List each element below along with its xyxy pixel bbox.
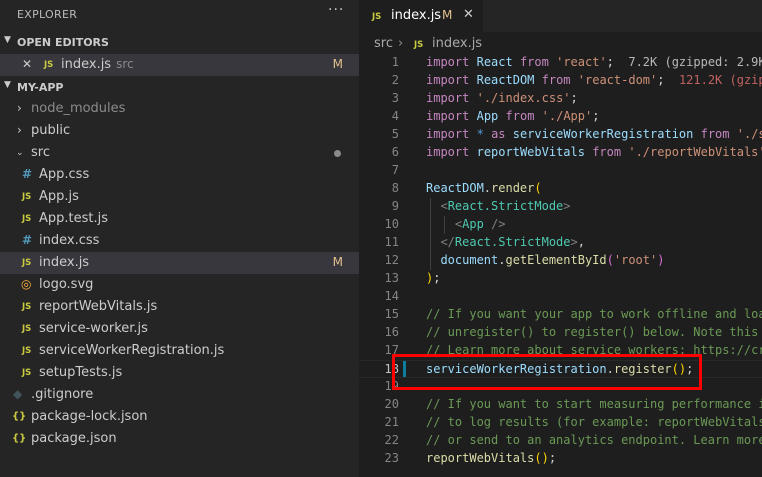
folder-public[interactable]: › public	[0, 120, 359, 142]
file-folder-desc: src	[116, 57, 134, 71]
open-editor-item-index-js[interactable]: ✕ JS index.js src M	[0, 54, 359, 76]
code-comment: // Learn more about service workers: htt…	[426, 343, 762, 357]
file-app-js[interactable]: JS App.js	[0, 186, 359, 208]
code-line: 20 // If you want to start measuring per…	[359, 396, 762, 414]
chevron-right-icon: ›	[17, 101, 22, 115]
code-line: 1 import React from 'react'; 7.2K (gzipp…	[359, 54, 762, 72]
css-file-icon: #	[22, 233, 33, 247]
svg-file-icon: ◎	[21, 277, 32, 291]
css-file-icon: #	[22, 167, 33, 181]
code-comment: // or send to an analytics endpoint. Lea…	[426, 433, 762, 447]
tab-index-js[interactable]: JS index.js M ✕	[359, 0, 483, 32]
code-line: 19	[384, 379, 399, 393]
code-line: 7	[391, 163, 399, 177]
editor-pane: JS index.js M ✕ src › JS index.js 1 impo…	[359, 0, 762, 477]
code-line: 22 // or send to an analytics endpoint. …	[359, 432, 762, 450]
explorer-sidebar: EXPLORER ··· ▼ OPEN EDITORS ✕ JS index.j…	[0, 0, 359, 477]
js-file-icon: JS	[414, 40, 424, 50]
chevron-right-icon: ›	[17, 123, 22, 137]
git-file-icon: ◆	[13, 387, 23, 401]
file-logo-svg[interactable]: ◎ logo.svg	[0, 274, 359, 296]
tab-label: index.js	[391, 8, 442, 23]
file-label: index.js	[61, 57, 112, 72]
json-file-icon: {}	[12, 411, 27, 422]
breadcrumb-file[interactable]: index.js	[432, 36, 482, 51]
file-reportwebvitals-js[interactable]: JS reportWebVitals.js	[0, 296, 359, 318]
file-index-css[interactable]: # index.css	[0, 230, 359, 252]
tab-bar: JS index.js M ✕	[359, 0, 762, 32]
more-actions-icon[interactable]: ···	[328, 2, 344, 18]
chevron-down-icon: ▼	[4, 35, 11, 45]
file-index-js[interactable]: JS index.js M	[0, 252, 359, 274]
file-service-worker-js[interactable]: JS service-worker.js	[0, 318, 359, 340]
file-app-test-js[interactable]: JS App.test.js	[0, 208, 359, 230]
chevron-right-icon: ›	[398, 36, 404, 51]
js-file-icon: JS	[372, 12, 382, 22]
close-icon[interactable]: ✕	[22, 57, 32, 71]
breadcrumb-folder[interactable]: src	[374, 36, 393, 51]
import-size: 7.2K (gzipped: 2.9K)	[628, 55, 762, 69]
modified-dot	[334, 150, 341, 157]
code-line: 8 ReactDOM.render(	[391, 181, 542, 195]
code-comment: // If you want to start measuring perfor…	[426, 397, 762, 411]
open-editors-header[interactable]: ▼ OPEN EDITORS	[0, 33, 359, 53]
project-header[interactable]: ▼ MY-APP	[0, 78, 359, 98]
chevron-down-icon: ⌄	[16, 148, 24, 158]
folder-node-modules[interactable]: › node_modules	[0, 98, 359, 120]
code-line: 15 // If you want your app to work offli…	[359, 306, 762, 324]
modified-badge: M	[442, 8, 453, 22]
code-line: 14	[384, 289, 399, 303]
modified-badge: M	[332, 255, 343, 269]
code-comment: // unregister() to register() below. Not…	[426, 325, 759, 339]
file-package-json[interactable]: {} package.json	[0, 428, 359, 450]
code-line: 3 import './index.css';	[391, 91, 578, 105]
js-file-icon: JS	[22, 258, 32, 268]
json-file-icon: {}	[12, 433, 27, 444]
file-setuptests-js[interactable]: JS setupTests.js	[0, 362, 359, 384]
file-package-lock-json[interactable]: {} package-lock.json	[0, 406, 359, 428]
code-line: 13 );	[384, 271, 441, 285]
code-line: 9 <React.StrictMode>	[391, 199, 571, 213]
js-file-icon: JS	[44, 60, 54, 70]
code-line: 12 document.getElementById('root')	[384, 253, 665, 267]
file-app-css[interactable]: # App.css	[0, 164, 359, 186]
code-line: 10 <App />	[384, 217, 506, 231]
file-serviceworkerregistration-js[interactable]: JS serviceWorkerRegistration.js	[0, 340, 359, 362]
code-line: 16 // unregister() to register() below. …	[359, 324, 762, 342]
code-comment: // If you want your app to work offline …	[426, 307, 762, 321]
code-line: 5 import * as serviceWorkerRegistration …	[391, 127, 762, 141]
code-line: 21 // to log results (for example: repor…	[359, 414, 762, 432]
code-line: 23 reportWebVitals();	[384, 451, 557, 465]
js-file-icon: JS	[22, 214, 32, 224]
close-icon[interactable]: ✕	[463, 7, 474, 22]
chevron-down-icon: ▼	[4, 80, 11, 90]
code-line-current: 18 serviceWorkerRegistration.register();	[359, 360, 762, 378]
code-line: 11 </React.StrictMode>,	[384, 235, 585, 249]
modified-badge: M	[332, 57, 343, 71]
folder-src[interactable]: ⌄ src	[0, 142, 359, 164]
file-gitignore[interactable]: ◆ .gitignore	[0, 384, 359, 406]
js-file-icon: JS	[22, 346, 32, 356]
code-line: 6 import reportWebVitals from './reportW…	[391, 145, 762, 159]
js-file-icon: JS	[22, 302, 32, 312]
js-file-icon: JS	[22, 192, 32, 202]
js-file-icon: JS	[22, 324, 32, 334]
code-comment: // to log results (for example: reportWe…	[426, 415, 762, 429]
code-line: 2 import ReactDOM from 'react-dom'; 121.…	[359, 72, 762, 90]
explorer-title: EXPLORER	[17, 8, 78, 21]
import-size: 121.2K (gzipped: 38.8K)	[678, 73, 762, 87]
code-line: 17 // Learn more about service workers: …	[359, 342, 762, 360]
code-line: 4 import App from './App';	[391, 109, 600, 123]
js-file-icon: JS	[22, 368, 32, 378]
